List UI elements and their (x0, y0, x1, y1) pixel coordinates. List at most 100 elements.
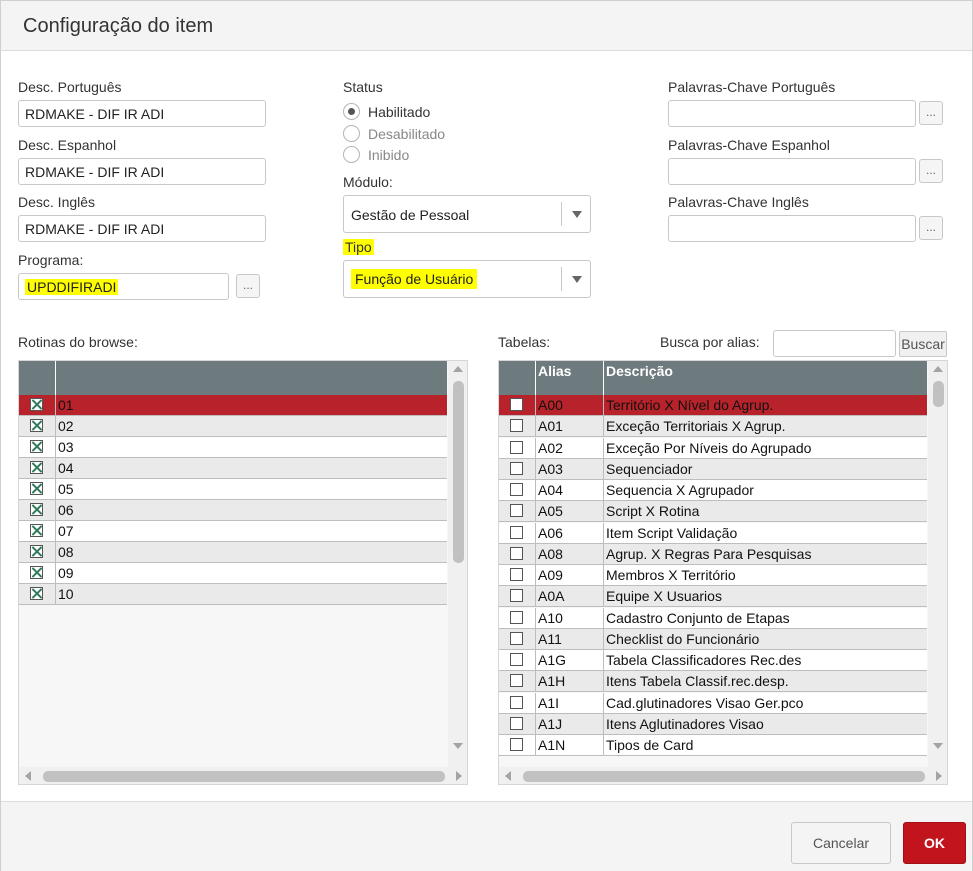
table-check-cell[interactable] (499, 565, 536, 585)
cancel-button[interactable]: Cancelar (791, 822, 891, 864)
table-check-cell[interactable] (499, 693, 536, 713)
table-row[interactable]: A1I Cad.glutinadores Visao Ger.pco (499, 693, 927, 714)
checkbox-checked-icon[interactable] (30, 419, 43, 432)
browse-vertical-scrollbar[interactable] (448, 361, 467, 767)
table-check-cell[interactable] (499, 416, 536, 436)
table-check-cell[interactable] (499, 438, 536, 458)
table-row[interactable]: A1H Itens Tabela Classif.rec.desp. (499, 671, 927, 692)
table-row[interactable]: A1G Tabela Classificadores Rec.des (499, 650, 927, 671)
browse-row[interactable]: 08 (19, 542, 447, 563)
checkbox-unchecked-icon[interactable] (510, 653, 523, 666)
table-check-cell[interactable] (499, 735, 536, 755)
checkbox-unchecked-icon[interactable] (510, 504, 523, 517)
checkbox-checked-icon[interactable] (30, 482, 43, 495)
table-check-cell[interactable] (499, 586, 536, 606)
table-row[interactable]: A03 Sequenciador (499, 459, 927, 480)
status-radio-habilitado[interactable]: Habilitado (343, 103, 430, 120)
checkbox-checked-icon[interactable] (30, 440, 43, 453)
browse-check-cell[interactable] (19, 542, 56, 562)
browse-row[interactable]: 10 (19, 584, 447, 605)
checkbox-unchecked-icon[interactable] (510, 483, 523, 496)
scroll-left-icon[interactable] (505, 771, 511, 781)
scroll-thumb[interactable] (933, 381, 944, 407)
table-row[interactable]: A02 Exceção Por Níveis do Agrupado (499, 438, 927, 459)
browse-check-cell[interactable] (19, 584, 56, 604)
table-check-cell[interactable] (499, 459, 536, 479)
table-row[interactable]: A00 Território X Nível do Agrup. (499, 395, 927, 416)
scroll-thumb[interactable] (523, 771, 925, 782)
kw-en-input[interactable] (668, 215, 916, 242)
tables-vertical-scrollbar[interactable] (928, 361, 947, 767)
scroll-up-icon[interactable] (933, 366, 943, 372)
browse-row[interactable]: 04 (19, 458, 447, 479)
checkbox-checked-icon[interactable] (30, 566, 43, 579)
browse-row[interactable]: 03 (19, 437, 447, 458)
table-check-cell[interactable] (499, 395, 536, 415)
description-column-header[interactable]: Descrição (604, 361, 927, 395)
table-row[interactable]: A05 Script X Rotina (499, 501, 927, 522)
browse-row[interactable]: 05 (19, 479, 447, 500)
table-check-cell[interactable] (499, 671, 536, 691)
table-check-cell[interactable] (499, 714, 536, 734)
browse-row[interactable]: 01 (19, 395, 447, 416)
table-row[interactable]: A0A Equipe X Usuarios (499, 586, 927, 607)
browse-row[interactable]: 06 (19, 500, 447, 521)
browse-check-cell[interactable] (19, 458, 56, 478)
checkbox-checked-icon[interactable] (30, 524, 43, 537)
checkbox-unchecked-icon[interactable] (510, 398, 523, 411)
checkbox-unchecked-icon[interactable] (510, 462, 523, 475)
kw-en-lookup-button[interactable]: ... (919, 216, 943, 240)
scroll-left-icon[interactable] (25, 771, 31, 781)
checkbox-unchecked-icon[interactable] (510, 717, 523, 730)
table-row[interactable]: A11 Checklist do Funcionário (499, 629, 927, 650)
scroll-thumb[interactable] (43, 771, 445, 782)
table-row[interactable]: A04 Sequencia X Agrupador (499, 480, 927, 501)
checkbox-checked-icon[interactable] (30, 587, 43, 600)
table-row[interactable]: A1J Itens Aglutinadores Visao (499, 714, 927, 735)
checkbox-unchecked-icon[interactable] (510, 526, 523, 539)
table-row[interactable]: A09 Membros X Território (499, 565, 927, 586)
table-check-cell[interactable] (499, 523, 536, 543)
checkbox-checked-icon[interactable] (30, 503, 43, 516)
programa-input[interactable]: UPDDIFIRADI (18, 273, 229, 300)
kw-es-lookup-button[interactable]: ... (919, 159, 943, 183)
modulo-select[interactable]: Gestão de Pessoal (343, 195, 591, 233)
checkbox-unchecked-icon[interactable] (510, 674, 523, 687)
browse-row[interactable]: 02 (19, 416, 447, 437)
desc-en-input[interactable]: RDMAKE - DIF IR ADI (18, 215, 266, 242)
kw-pt-input[interactable] (668, 100, 916, 127)
browse-check-cell[interactable] (19, 521, 56, 541)
search-button[interactable]: Buscar (899, 331, 947, 357)
table-row[interactable]: A08 Agrup. X Regras Para Pesquisas (499, 544, 927, 565)
checkbox-unchecked-icon[interactable] (510, 441, 523, 454)
kw-es-input[interactable] (668, 158, 916, 185)
table-check-cell[interactable] (499, 650, 536, 670)
table-check-cell[interactable] (499, 544, 536, 564)
table-row[interactable]: A1N Tipos de Card (499, 735, 927, 756)
checkbox-unchecked-icon[interactable] (510, 568, 523, 581)
kw-pt-lookup-button[interactable]: ... (919, 101, 943, 125)
browse-horizontal-scrollbar[interactable] (19, 767, 467, 784)
scroll-right-icon[interactable] (456, 771, 462, 781)
checkbox-unchecked-icon[interactable] (510, 632, 523, 645)
checkbox-unchecked-icon[interactable] (510, 419, 523, 432)
table-check-cell[interactable] (499, 480, 536, 500)
browse-row[interactable]: 09 (19, 563, 447, 584)
scroll-thumb[interactable] (453, 381, 464, 563)
scroll-right-icon[interactable] (936, 771, 942, 781)
checkbox-unchecked-icon[interactable] (510, 547, 523, 560)
scroll-down-icon[interactable] (933, 743, 943, 749)
table-row[interactable]: A01 Exceção Territoriais X Agrup. (499, 416, 927, 437)
tipo-select[interactable]: Função de Usuário (343, 260, 591, 298)
table-row[interactable]: A06 Item Script Validação (499, 523, 927, 544)
desc-pt-input[interactable]: RDMAKE - DIF IR ADI (18, 100, 266, 127)
table-row[interactable]: A10 Cadastro Conjunto de Etapas (499, 608, 927, 629)
desc-es-input[interactable]: RDMAKE - DIF IR ADI (18, 158, 266, 185)
browse-check-cell[interactable] (19, 563, 56, 583)
status-radio-inibido[interactable]: Inibido (343, 146, 409, 163)
ok-button[interactable]: OK (903, 822, 966, 864)
browse-check-cell[interactable] (19, 437, 56, 457)
checkbox-unchecked-icon[interactable] (510, 738, 523, 751)
status-radio-desabilitado[interactable]: Desabilitado (343, 125, 445, 142)
scroll-down-icon[interactable] (453, 743, 463, 749)
